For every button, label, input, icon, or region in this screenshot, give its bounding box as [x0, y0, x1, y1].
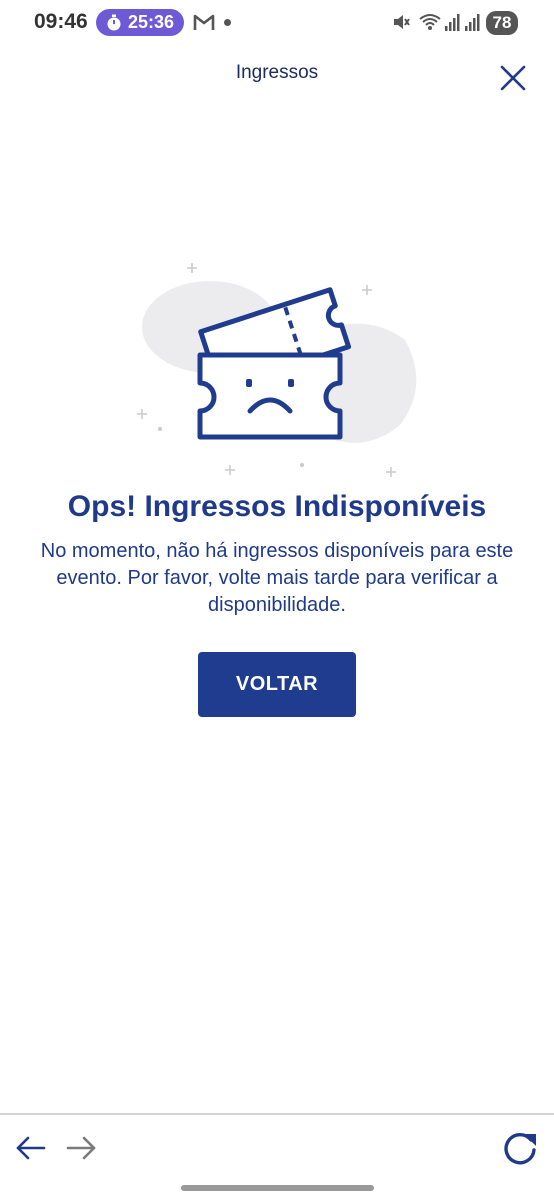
- refresh-icon[interactable]: [500, 1128, 540, 1168]
- status-bar: 09:46 25:36 78: [0, 0, 554, 46]
- timer-value: 25:36: [128, 12, 175, 32]
- bottom-divider: [0, 1113, 554, 1115]
- wifi-icon: [419, 14, 441, 30]
- close-icon[interactable]: [496, 61, 530, 95]
- signal-icon: [465, 14, 480, 31]
- gmail-icon: [193, 14, 215, 30]
- battery-badge: 78: [486, 11, 518, 35]
- home-indicator[interactable]: [181, 1185, 374, 1191]
- signal-icon: [445, 14, 460, 31]
- stopwatch-icon: [107, 14, 121, 30]
- page-title: Ingressos: [235, 62, 319, 83]
- mute-icon: [394, 15, 410, 29]
- sad-ticket-icon: [137, 263, 417, 477]
- arrow-right-icon[interactable]: [64, 1131, 98, 1165]
- dot-icon: [224, 19, 231, 26]
- message-title: Ops! Ingressos Indisponíveis: [67, 490, 487, 523]
- back-button[interactable]: VOLTAR: [198, 652, 356, 717]
- arrow-left-icon[interactable]: [14, 1131, 48, 1165]
- message-body: No momento, não há ingressos disponíveis…: [40, 540, 514, 616]
- status-time: 09:46: [34, 10, 88, 33]
- timer-pill[interactable]: 25:36: [96, 9, 184, 36]
